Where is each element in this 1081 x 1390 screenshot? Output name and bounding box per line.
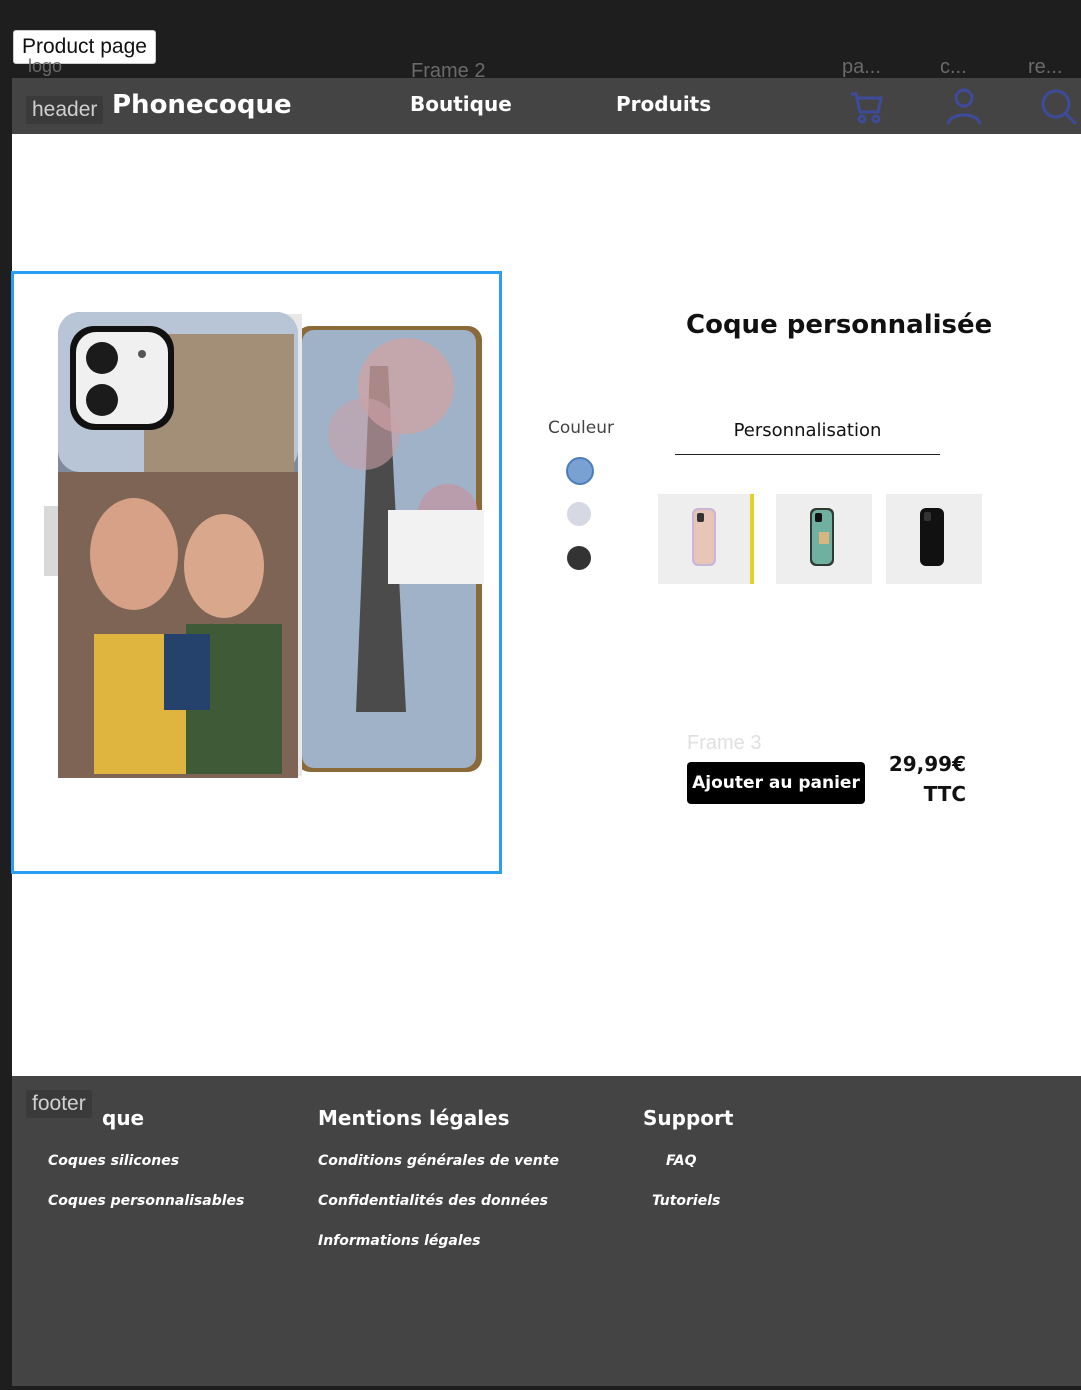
footer-link-coques-silicones[interactable]: Coques silicones [48, 1153, 179, 1169]
price-value: 29,99€ [888, 752, 966, 776]
product-title: Coque personnalisée [686, 310, 993, 340]
footer-link-coques-personnalisables[interactable]: Coques personnalisables [48, 1193, 244, 1209]
price-tax: TTC [923, 782, 966, 806]
footer-chip[interactable]: footer [26, 1090, 92, 1118]
swatch-blue[interactable] [566, 457, 594, 485]
thumbnail-map[interactable] [776, 494, 872, 584]
footer-link-faq[interactable]: FAQ [666, 1153, 697, 1169]
cart-icon[interactable] [846, 86, 886, 126]
thumbnail-selection-indicator [750, 494, 754, 584]
nav-produits[interactable]: Produits [616, 92, 711, 116]
footer-link-confidentialite[interactable]: Confidentialités des données [318, 1193, 548, 1209]
footer-link-cgv[interactable]: Conditions générales de vente [318, 1153, 559, 1169]
icon-label-re: re... [1028, 56, 1063, 78]
tab-personnalisation[interactable]: Personnalisation [675, 420, 940, 455]
footer-link-tutoriels[interactable]: Tutoriels [652, 1193, 720, 1209]
nav-boutique[interactable]: Boutique [410, 92, 512, 116]
search-icon[interactable] [1034, 84, 1080, 130]
footer-col2-title: Mentions légales [318, 1106, 510, 1130]
swatch-black[interactable] [567, 546, 591, 570]
thumbnail-pastel[interactable] [658, 494, 754, 584]
brand-name[interactable]: Phonecoque [112, 90, 292, 120]
header: Phonecoque Boutique Produits [12, 78, 1081, 134]
footer-link-informations-legales[interactable]: Informations légales [318, 1233, 481, 1249]
user-icon[interactable] [942, 84, 986, 128]
swatch-light[interactable] [567, 502, 591, 526]
footer-col3-title: Support [643, 1106, 734, 1130]
color-label: Couleur [548, 418, 614, 438]
footer-col1-title: que [102, 1106, 145, 1130]
header-chip[interactable]: header [26, 96, 104, 124]
icon-label-c: c... [940, 56, 967, 78]
frame-label-logo: logo [28, 56, 63, 76]
icon-label-pa: pa... [842, 56, 881, 78]
thumbnail-black[interactable] [886, 494, 982, 584]
frame-label-frame3: Frame 3 [687, 732, 762, 754]
product-image [44, 312, 484, 778]
add-to-cart-button[interactable]: Ajouter au panier [687, 762, 865, 804]
price: 29,99€ TTC [880, 752, 966, 806]
footer: que Coques silicones Coques personnalisa… [12, 1076, 1081, 1386]
product-image-frame[interactable] [11, 271, 502, 874]
